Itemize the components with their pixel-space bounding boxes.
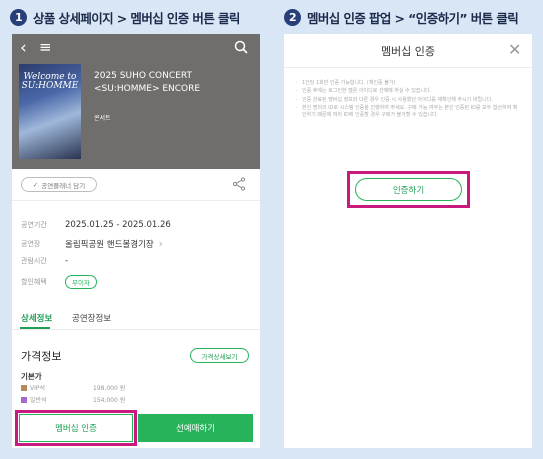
product-detail-screen: ‹ ≡ Welcome to SU:HOMME 2025 SUHO CONCER… bbox=[12, 34, 260, 448]
info-label: 공연장 bbox=[21, 240, 41, 248]
step-number-badge: 1 bbox=[10, 8, 27, 26]
note-item: 본인 명의의 ID로 시스템 인증을 진행하여 주세요. 구매 가능 여부는 본… bbox=[296, 105, 522, 120]
price-section-title: 가격정보 bbox=[21, 350, 62, 363]
highlight-box bbox=[347, 171, 470, 208]
menu-icon[interactable]: ≡ bbox=[39, 40, 52, 55]
grade-price: 154,000 원 bbox=[93, 397, 126, 404]
note-item: 1인당 1회만 인증 가능합니다. (재인증 불가) bbox=[296, 80, 522, 88]
base-price-label: 기본가 bbox=[21, 372, 42, 381]
membership-popup-screen: 멤버십 인증 ✕ 1인당 1회만 인증 가능합니다. (재인증 불가) 인증 후… bbox=[284, 34, 532, 448]
chevron-right-icon: › bbox=[158, 238, 163, 250]
note-item: 인증 후에는 로그인한 멜론 아이디로 선예매 하실 수 있습니다. bbox=[296, 88, 522, 96]
close-icon[interactable]: ✕ bbox=[508, 42, 521, 58]
planner-add-button[interactable]: ✓ 공연플래너 담기 bbox=[21, 177, 97, 192]
popup-title: 멤버십 인증 bbox=[380, 45, 436, 58]
info-row-runtime: 관람시간 - bbox=[21, 256, 68, 266]
concert-category: 콘서트 bbox=[94, 115, 111, 122]
grade-name: 일반석 bbox=[30, 397, 47, 404]
highlight-box bbox=[15, 410, 137, 446]
grade-color-swatch bbox=[21, 396, 27, 403]
grade-price: 198,000 원 bbox=[93, 385, 126, 392]
search-icon[interactable] bbox=[234, 40, 248, 58]
info-value: 2025.01.25 - 2025.01.26 bbox=[65, 220, 171, 230]
grade-color-swatch bbox=[21, 384, 27, 391]
planner-add-label: 공연플래너 담기 bbox=[41, 181, 86, 190]
step-2-title: 2 멤버십 인증 팝업 > “인증하기” 버튼 클릭 bbox=[284, 6, 519, 28]
tab-venue-info[interactable]: 공연장정보 bbox=[72, 312, 111, 324]
share-icon[interactable] bbox=[232, 176, 246, 195]
check-icon: ✓ bbox=[32, 180, 39, 189]
poster-title: Welcome to SU:HOMME bbox=[21, 72, 79, 92]
concert-title: 2025 SUHO CONCERT <SU:HOMME> ENCORE bbox=[94, 71, 201, 94]
presale-button[interactable]: 선예매하기 bbox=[138, 414, 253, 442]
info-label: 할인혜택 bbox=[21, 278, 47, 286]
info-row-venue[interactable]: 공연장 올림픽공원 핸드볼경기장 › bbox=[21, 238, 163, 251]
concert-poster[interactable]: Welcome to SU:HOMME bbox=[19, 64, 81, 159]
price-grade-row: VIP석 198,000 원 bbox=[21, 383, 125, 392]
popup-notes: 1인당 1회만 인증 가능합니다. (재인증 불가) 인증 후에는 로그인한 멜… bbox=[296, 80, 522, 120]
divider bbox=[284, 67, 532, 68]
divider bbox=[12, 329, 260, 330]
step-1-text: 상품 상세페이지 > 멤버십 인증 버튼 클릭 bbox=[33, 10, 240, 26]
info-label: 공연기간 bbox=[21, 221, 47, 229]
info-row-period: 공연기간 2025.01.25 - 2025.01.26 bbox=[21, 220, 171, 230]
info-label: 관람시간 bbox=[21, 257, 47, 265]
grade-name: VIP석 bbox=[30, 385, 46, 392]
info-value: 올림픽공원 핸드볼경기장 bbox=[65, 240, 154, 250]
discount-badge: 무이자 bbox=[65, 275, 97, 289]
info-row-discount: 할인혜택 무이자 bbox=[21, 275, 97, 289]
step-1-title: 1 상품 상세페이지 > 멤버십 인증 버튼 클릭 bbox=[10, 6, 240, 28]
note-item: 인증 완료된 멤버십 정보와 다른 경우 인증 시 사용했던 아이디를 재확인해… bbox=[296, 97, 522, 105]
divider bbox=[12, 200, 260, 201]
price-grade-row: 일반석 154,000 원 bbox=[21, 395, 125, 404]
product-hero: ‹ ≡ Welcome to SU:HOMME 2025 SUHO CONCER… bbox=[12, 34, 260, 169]
back-arrow-icon[interactable]: ‹ bbox=[20, 40, 27, 57]
step-2-text: 멤버십 인증 팝업 > “인증하기” 버튼 클릭 bbox=[307, 10, 519, 26]
price-detail-button[interactable]: 가격상세보기 bbox=[190, 348, 249, 363]
tab-detail-info[interactable]: 상세정보 bbox=[21, 312, 52, 324]
info-value: - bbox=[65, 256, 69, 266]
step-number-badge: 2 bbox=[284, 8, 301, 26]
